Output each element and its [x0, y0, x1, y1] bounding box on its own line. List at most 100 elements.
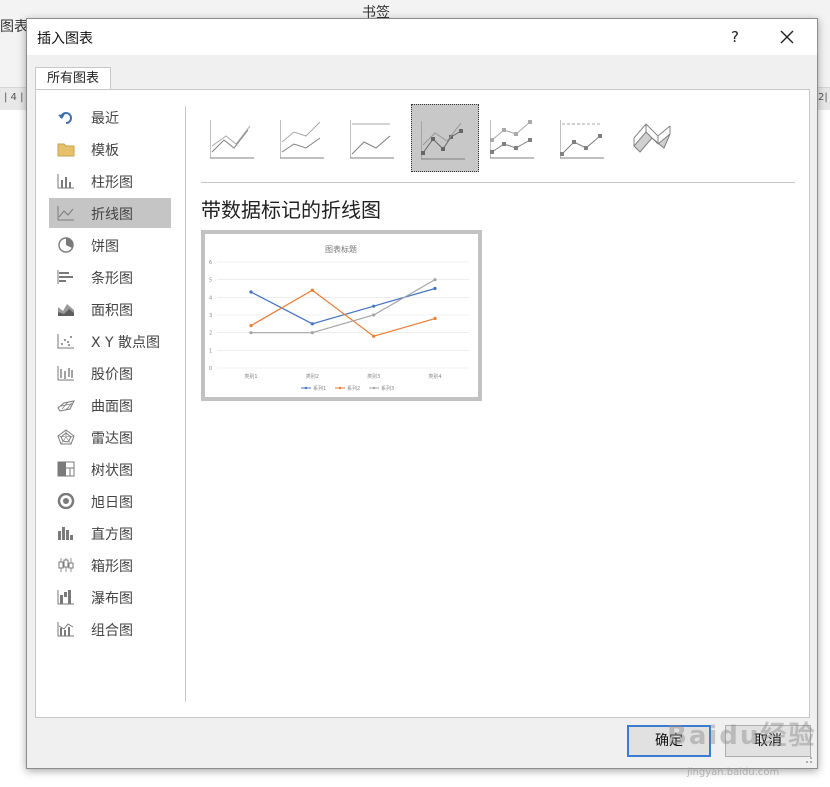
sidebar-item-label: 瀑布图 — [91, 591, 133, 607]
subtype-line-with-markers[interactable] — [411, 104, 479, 172]
folder-icon — [57, 143, 75, 157]
subtype-3d-line[interactable] — [621, 104, 689, 172]
preview-chart: 图表标题 0 1 2 3 4 5 6 类别1 类别2 类别3 类别4 系列1 系列2 系列3 — [209, 244, 469, 392]
x-tick-label: 类别3 — [367, 373, 380, 380]
combo-chart-icon — [57, 622, 74, 637]
y-tick-label: 3 — [209, 313, 212, 319]
radar-chart-icon — [57, 429, 75, 445]
data-point — [433, 286, 437, 291]
scatter-chart-icon — [57, 334, 74, 349]
sidebar-item-label: 箱形图 — [91, 559, 133, 575]
stacked-line-with-markers-subtype-icon — [490, 120, 534, 159]
waterfall-chart-icon — [57, 590, 74, 605]
sidebar-item-label: 最近 — [91, 111, 119, 127]
chart-subtype-gallery — [201, 104, 801, 176]
sidebar-item-scatter-chart[interactable]: X Y 散点图 — [49, 326, 171, 356]
subtype-stacked-line[interactable] — [271, 104, 339, 172]
legend-label: 系列3 — [381, 385, 394, 392]
data-point — [372, 334, 376, 338]
percent-stacked-line-with-markers-subtype-icon — [560, 120, 604, 159]
sidebar-item-label: 曲面图 — [91, 399, 133, 415]
sidebar-item-column-chart[interactable]: 柱形图 — [49, 166, 171, 196]
stacked-line-subtype-icon — [280, 120, 324, 159]
legend-marker — [338, 386, 342, 390]
legend-label: 系列1 — [313, 385, 326, 392]
subtype-stacked-line-with-markers[interactable] — [481, 104, 549, 172]
sidebar-item-radar-chart[interactable]: 雷达图 — [49, 422, 171, 452]
subtype-percent-stacked-line-with-markers[interactable] — [551, 104, 619, 172]
area-chart-icon — [58, 304, 74, 316]
data-point — [433, 278, 437, 282]
sidebar-item-bar-chart[interactable]: 条形图 — [49, 262, 171, 292]
sidebar-item-label: 直方图 — [91, 527, 133, 543]
sidebar-item-box-whisker-chart[interactable]: 箱形图 — [49, 550, 171, 580]
sidebar-item-label: 股价图 — [91, 367, 133, 383]
sidebar-item-label: 雷达图 — [91, 431, 133, 447]
data-point — [310, 288, 314, 292]
subtype-line[interactable] — [201, 104, 269, 172]
vertical-divider — [185, 106, 186, 702]
stock-chart-icon — [57, 366, 74, 381]
resize-grip-icon[interactable] — [803, 754, 813, 764]
y-tick-label: 5 — [209, 278, 212, 284]
data-point — [310, 322, 314, 326]
tab-all-charts[interactable]: 所有图表 — [35, 67, 111, 90]
box-whisker-chart-icon — [58, 558, 74, 572]
sidebar-item-pie-chart[interactable]: 饼图 — [49, 230, 171, 260]
sidebar-item-sunburst-chart[interactable]: 旭日图 — [49, 486, 171, 516]
data-point — [249, 324, 253, 328]
sidebar-item-histogram-chart[interactable]: 直方图 — [49, 518, 171, 548]
sidebar-item-label: 面积图 — [91, 303, 133, 319]
help-button[interactable]: ? — [723, 25, 747, 49]
close-icon — [780, 30, 794, 44]
sidebar-item-label: 组合图 — [91, 623, 133, 639]
sidebar-item-folder[interactable]: 模板 — [49, 134, 171, 164]
sidebar-item-line-chart[interactable]: 折线图 — [49, 198, 171, 228]
horizontal-divider — [201, 182, 795, 183]
sidebar-item-label: 折线图 — [91, 207, 133, 223]
sidebar-item-label: 饼图 — [91, 239, 119, 255]
x-tick-label: 类别4 — [428, 373, 441, 380]
undo-arrow-icon — [58, 112, 72, 124]
chart-panel: 最近模板柱形图折线图饼图条形图面积图 X Y 散点图股价图曲面图雷达图树状图 旭日图… — [35, 89, 810, 718]
sidebar-item-treemap-chart[interactable]: 树状图 — [49, 454, 171, 484]
sidebar-item-combo-chart[interactable]: 组合图 — [49, 614, 171, 644]
data-point — [310, 331, 314, 335]
legend-marker — [304, 386, 308, 390]
line-chart-icon — [57, 206, 74, 221]
selected-subtype-title: 带数据标记的折线图 — [201, 198, 381, 222]
legend-marker — [372, 386, 376, 390]
sunburst-chart-icon — [57, 493, 75, 509]
chart-preview[interactable]: 图表标题 0 1 2 3 4 5 6 类别1 类别2 类别3 类别4 系列1 系列2 系列3 — [201, 230, 482, 401]
sidebar-item-label: 模板 — [91, 143, 119, 159]
line-with-markers-subtype-icon — [421, 121, 465, 160]
baidu-watermark-url: jingyan.baidu.com — [687, 767, 780, 778]
ruler-left-text: | 4 | — [4, 92, 24, 103]
sidebar-item-stock-chart[interactable]: 股价图 — [49, 358, 171, 388]
bar-chart-icon — [57, 270, 73, 284]
y-tick-label: 0 — [209, 366, 212, 372]
3d-line-subtype-icon — [633, 123, 671, 153]
sidebar-item-area-chart[interactable]: 面积图 — [49, 294, 171, 324]
line-subtype-icon — [210, 120, 254, 159]
x-tick-label: 类别2 — [306, 373, 319, 380]
treemap-chart-icon — [57, 461, 75, 477]
close-button[interactable] — [775, 25, 799, 49]
sidebar-item-undo-arrow[interactable]: 最近 — [49, 102, 171, 132]
surface-chart-icon — [57, 400, 75, 412]
sidebar-item-label: 条形图 — [91, 271, 133, 287]
ruler-right-text: 2| — [818, 92, 828, 103]
histogram-chart-icon — [58, 527, 73, 540]
sidebar-item-waterfall-chart[interactable]: 瀑布图 — [49, 582, 171, 612]
sidebar-item-label: 柱形图 — [91, 175, 133, 191]
sidebar-item-surface-chart[interactable]: 曲面图 — [49, 390, 171, 420]
y-tick-label: 4 — [209, 295, 212, 301]
x-tick-label: 类别1 — [244, 373, 257, 380]
ribbon-chart-label: 图表 — [0, 19, 28, 35]
legend-label: 系列2 — [347, 385, 360, 392]
dialog-titlebar[interactable]: 插入图表 ? — [27, 19, 817, 55]
y-tick-label: 6 — [209, 260, 212, 266]
subtype-percent-stacked-line[interactable] — [341, 104, 409, 172]
column-chart-icon — [57, 174, 74, 189]
chart-title: 图表标题 — [325, 244, 357, 254]
